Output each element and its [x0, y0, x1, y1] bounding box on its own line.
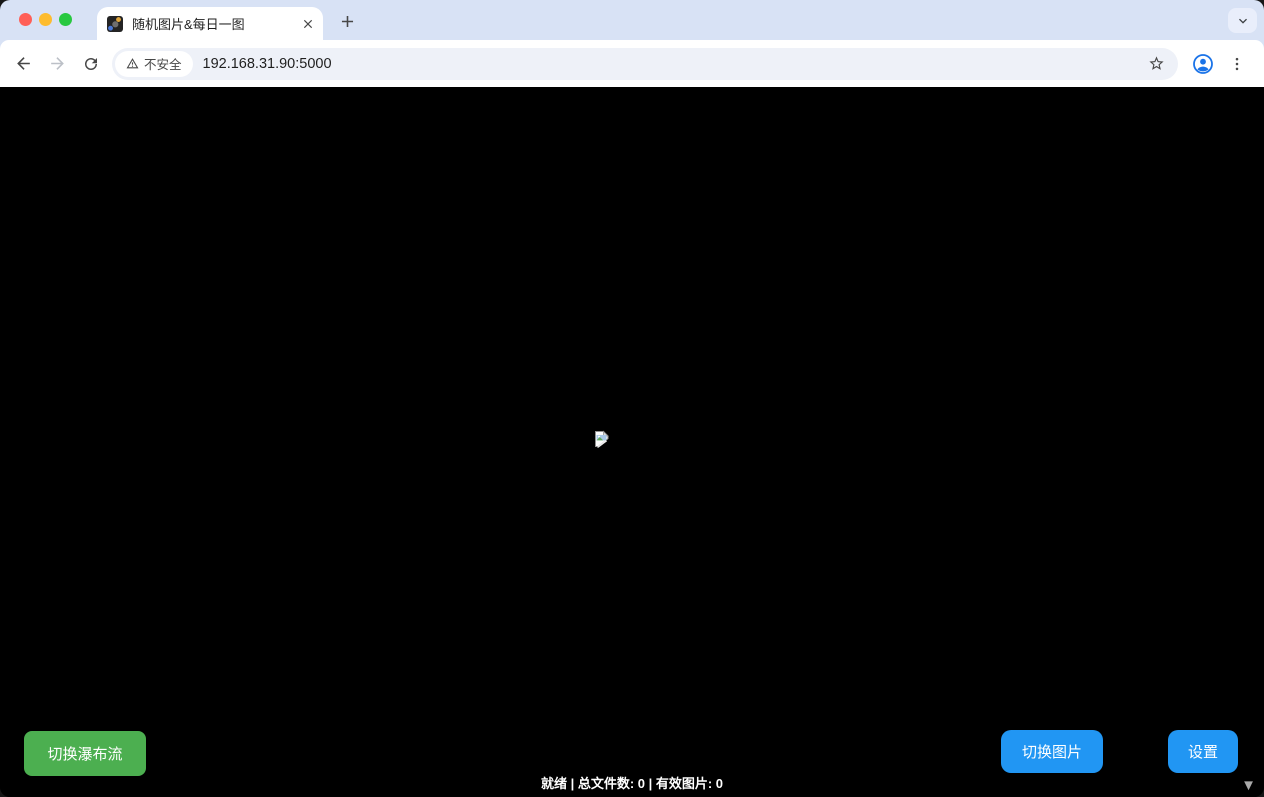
status-bar-text: 就绪 | 总文件数: 0 | 有效图片: 0 — [0, 773, 1264, 792]
url-text[interactable]: 192.168.31.90:5000 — [203, 56, 1142, 72]
tab-title: 随机图片&每日一图 — [132, 14, 299, 33]
forward-button[interactable] — [40, 47, 74, 81]
menu-kebab-icon[interactable] — [1220, 47, 1254, 81]
profile-avatar-icon[interactable] — [1186, 47, 1220, 81]
page-content: 切换瀑布流 切换图片 设置 就绪 | 总文件数: 0 | 有效图片: 0 ▼ — [0, 87, 1264, 797]
address-bar[interactable]: 不安全 192.168.31.90:5000 — [112, 48, 1178, 80]
reload-button[interactable] — [74, 47, 108, 81]
tab-strip: 随机图片&每日一图 — [0, 0, 1264, 40]
toolbar-wrap: 不安全 192.168.31.90:5000 — [0, 40, 1264, 87]
fullscreen-window-button[interactable] — [59, 13, 72, 26]
waterfall-toggle-button[interactable]: 切换瀑布流 — [24, 731, 146, 776]
security-chip[interactable]: 不安全 — [115, 51, 193, 77]
new-tab-button[interactable] — [335, 9, 359, 33]
back-button[interactable] — [6, 47, 40, 81]
close-window-button[interactable] — [19, 13, 32, 26]
browser-tab[interactable]: 随机图片&每日一图 — [97, 7, 323, 40]
collapse-arrow[interactable]: ▼ — [1241, 778, 1256, 793]
bookmark-star-icon[interactable] — [1142, 50, 1170, 78]
broken-image-icon — [593, 430, 611, 448]
warning-icon — [126, 57, 139, 70]
browser-toolbar: 不安全 192.168.31.90:5000 — [0, 40, 1264, 87]
window-controls — [19, 13, 72, 26]
browser-window: 随机图片&每日一图 不安全 — [0, 0, 1264, 797]
switch-image-button[interactable]: 切换图片 — [1001, 730, 1103, 773]
tab-search-chevron-button[interactable] — [1228, 8, 1257, 33]
tab-favicon — [107, 16, 123, 32]
security-label: 不安全 — [144, 54, 182, 73]
minimize-window-button[interactable] — [39, 13, 52, 26]
tab-close-icon[interactable] — [299, 15, 317, 33]
settings-button[interactable]: 设置 — [1168, 730, 1238, 773]
